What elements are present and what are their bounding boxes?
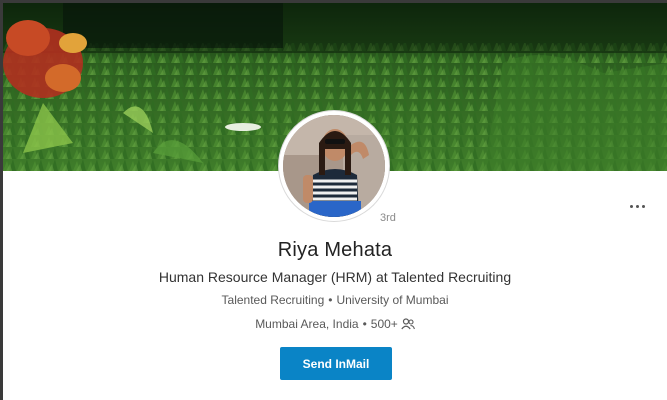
more-dot	[629, 204, 633, 208]
more-dot	[641, 204, 645, 208]
profile-location-connections: Mumbai Area, India • 500+	[3, 317, 667, 333]
more-horizontal-icon[interactable]	[625, 199, 649, 213]
location-text: Mumbai Area, India	[255, 317, 359, 331]
separator: •	[362, 317, 367, 331]
profile-avatar[interactable]	[279, 111, 389, 221]
separator: •	[328, 293, 333, 307]
connections-count[interactable]: 500+	[371, 317, 398, 331]
profile-affiliations: Talented Recruiting • University of Mumbai	[3, 293, 667, 307]
profile-card: 3rd Riya Mehata Human Resource Manager (…	[0, 0, 667, 400]
send-inmail-button[interactable]: Send InMail	[280, 347, 392, 380]
profile-headline: Human Resource Manager (HRM) at Talented…	[158, 269, 512, 285]
company-link[interactable]: Talented Recruiting	[222, 293, 325, 307]
connection-degree-badge: 3rd	[380, 212, 396, 224]
more-dot	[635, 204, 639, 208]
profile-name: Riya Mehata	[277, 239, 393, 261]
school-link[interactable]: University of Mumbai	[336, 293, 448, 307]
people-icon	[401, 318, 415, 333]
